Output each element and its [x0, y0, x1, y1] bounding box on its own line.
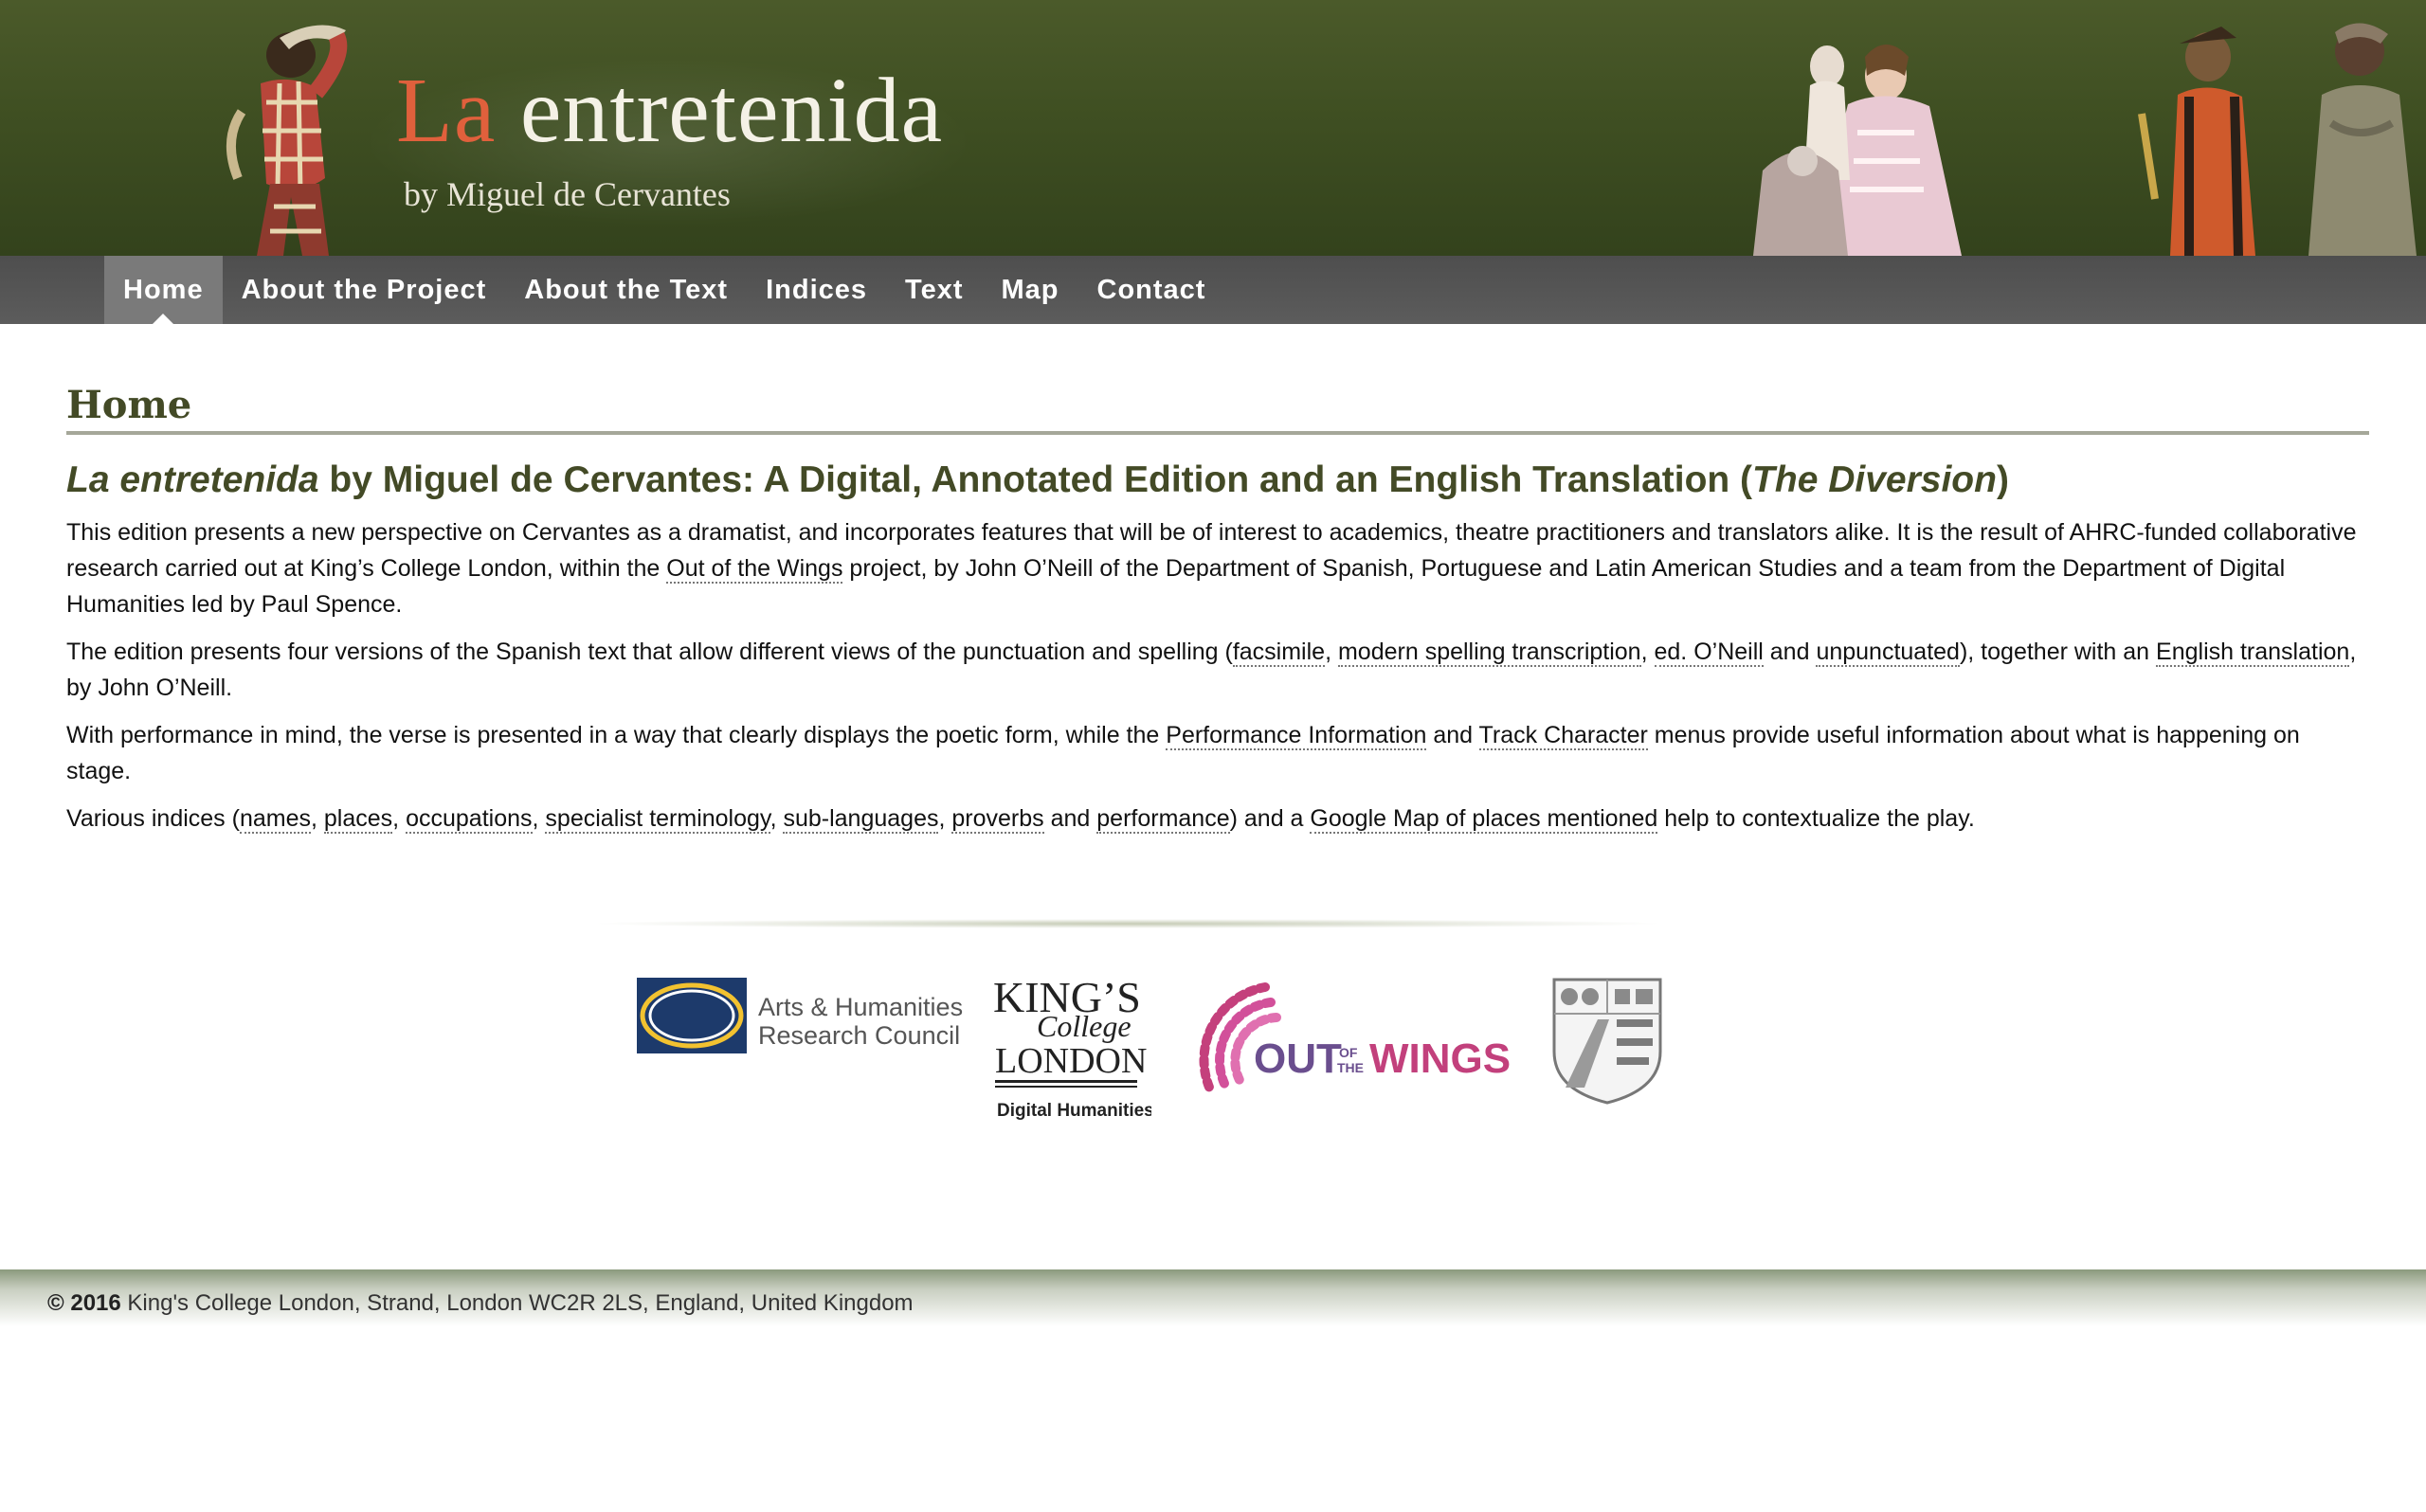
main-content: Home La entretenida by Miguel de Cervant…	[66, 383, 2369, 848]
versions-sep-2: ,	[1640, 639, 1655, 665]
harlequin-figure-illustration	[226, 25, 348, 256]
ahrc-logo[interactable]: Arts & Humanities Research Council	[635, 976, 967, 1057]
indices-paragraph: Various indices (names, places, occupati…	[66, 801, 2369, 837]
occupations-index-link[interactable]: occupations	[406, 805, 533, 834]
site-title[interactable]: La entretenida	[396, 64, 943, 157]
indices-sep: ,	[938, 805, 952, 832]
performance-index-link[interactable]: performance	[1096, 805, 1230, 834]
logo-divider	[588, 919, 1668, 928]
places-index-link[interactable]: places	[323, 805, 393, 834]
performance-information-link[interactable]: Performance Information	[1166, 722, 1427, 750]
footer-copyright: © 2016 King's College London, Strand, Lo…	[47, 1290, 914, 1317]
ahrc-logo-line2: Research Council	[758, 1021, 960, 1050]
google-map-link[interactable]: Google Map of places mentioned	[1310, 805, 1658, 834]
otw-logo-out: OUT	[1254, 1035, 1342, 1082]
ladies-figures-illustration	[1753, 45, 1962, 256]
indices-sep: ,	[769, 805, 784, 832]
facsimile-link[interactable]: facsimile	[1232, 639, 1326, 667]
modern-spelling-link[interactable]: modern spelling transcription	[1337, 639, 1641, 667]
lead-end: )	[1996, 459, 2009, 500]
performance-sep-1: and	[1426, 722, 1479, 748]
lead-middle: by Miguel de Cervantes: A Digital, Annot…	[318, 459, 1753, 500]
footer-address: King's College London, Strand, London WC…	[120, 1290, 914, 1316]
lead-heading: La entretenida by Miguel de Cervantes: A…	[66, 459, 2369, 501]
versions-paragraph: The edition presents four versions of th…	[66, 634, 2369, 706]
versions-sep-1: ,	[1325, 639, 1338, 665]
ahrc-logo-line1: Arts & Humanities	[758, 993, 963, 1021]
page-title: Home	[66, 383, 2369, 435]
main-navigation: Home About the Project About the Text In…	[0, 256, 2426, 324]
nav-item-indices[interactable]: Indices	[747, 256, 886, 324]
site-title-rest: entretenida	[519, 60, 944, 162]
indices-and: and	[1043, 805, 1097, 832]
nav-list: Home About the Project About the Text In…	[0, 256, 2426, 324]
footer-copyright-year: © 2016	[47, 1290, 121, 1316]
college-crest-logo[interactable]	[1550, 976, 1664, 1107]
unpunctuated-link[interactable]: unpunctuated	[1816, 639, 1960, 667]
proverbs-index-link[interactable]: proverbs	[951, 805, 1044, 834]
performance-paragraph: With performance in mind, the verse is p…	[66, 717, 2369, 789]
kings-logo-line4: Digital Humanities	[997, 1101, 1151, 1121]
out-of-the-wings-link[interactable]: Out of the Wings	[666, 555, 843, 584]
indices-sep: ,	[311, 805, 324, 832]
track-character-link[interactable]: Track Character	[1478, 722, 1648, 750]
intro-paragraph: This edition presents a new perspective …	[66, 514, 2369, 622]
nav-item-about-the-project[interactable]: About the Project	[223, 256, 506, 324]
site-subtitle: by Miguel de Cervantes	[404, 175, 731, 213]
otw-logo-of: OF	[1339, 1045, 1358, 1060]
versions-text-a: The edition presents four versions of th…	[66, 639, 1233, 665]
versions-sep-4: ), together with an	[1959, 639, 2157, 665]
specialist-terminology-index-link[interactable]: specialist terminology	[545, 805, 770, 834]
names-index-link[interactable]: names	[239, 805, 311, 834]
nav-item-about-the-text[interactable]: About the Text	[505, 256, 747, 324]
english-translation-link[interactable]: English translation	[2156, 639, 2350, 667]
nav-item-map[interactable]: Map	[983, 256, 1078, 324]
otw-logo-the: THE	[1337, 1060, 1364, 1075]
kings-college-london-logo[interactable]: KING’S College LONDON Digital Humanities	[986, 972, 1151, 1124]
kings-logo-line2: College	[1037, 1009, 1132, 1043]
lead-italic-title: La entretenida	[66, 459, 319, 500]
versions-sep-3: and	[1763, 639, 1817, 665]
indices-text-b: help to contextualize the play.	[1657, 805, 1975, 832]
nav-item-home[interactable]: Home	[104, 256, 223, 324]
indices-text-a: Various indices (	[66, 805, 240, 832]
indices-text-mid: ) and a	[1229, 805, 1311, 832]
out-of-the-wings-logo[interactable]: OUT OF THE WINGS	[1180, 976, 1512, 1118]
nav-item-contact[interactable]: Contact	[1078, 256, 1225, 324]
indices-sep: ,	[392, 805, 407, 832]
indices-sep: ,	[532, 805, 546, 832]
ed-oneill-link[interactable]: ed. O’Neill	[1654, 639, 1764, 667]
sub-languages-index-link[interactable]: sub-languages	[783, 805, 939, 834]
men-figures-illustration	[2138, 23, 2417, 256]
kings-logo-line3: LONDON	[995, 1041, 1147, 1081]
performance-text-a: With performance in mind, the verse is p…	[66, 722, 1167, 748]
nav-item-text[interactable]: Text	[886, 256, 982, 324]
site-title-accent: La	[396, 60, 497, 162]
header-banner: La entretenida by Miguel de Cervantes	[0, 0, 2426, 256]
otw-logo-wings: WINGS	[1369, 1035, 1511, 1082]
lead-italic-translation: The Diversion	[1752, 459, 1997, 500]
